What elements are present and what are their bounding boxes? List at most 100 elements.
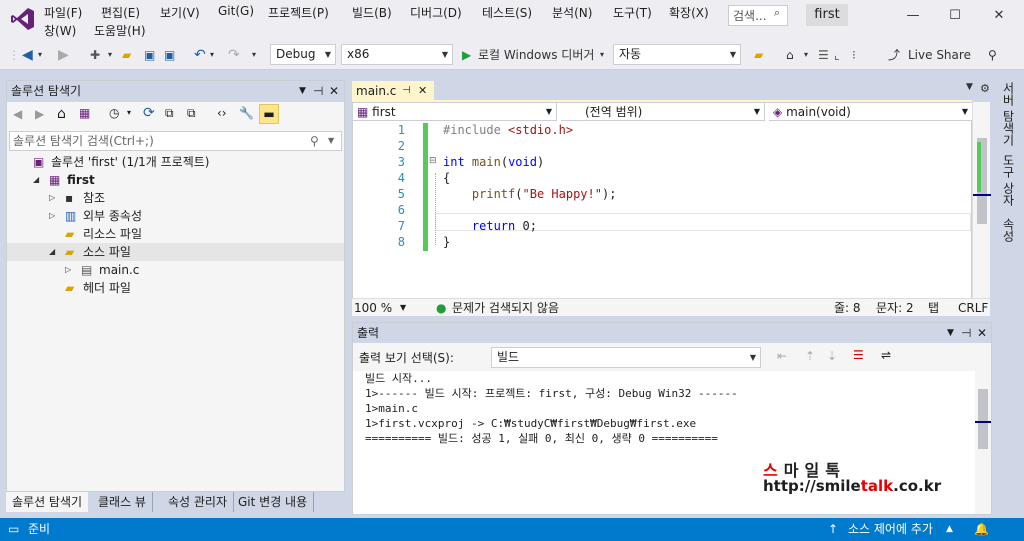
- browser-dropdown-icon[interactable]: ▾: [804, 46, 808, 64]
- tab-properties[interactable]: 속성: [1000, 218, 1017, 242]
- play-icon[interactable]: ▶: [462, 46, 471, 64]
- menu-build[interactable]: 빌드(B): [352, 4, 392, 21]
- forward-icon[interactable]: ▶: [35, 107, 44, 121]
- new-item-dropdown-icon[interactable]: ▾: [108, 46, 112, 64]
- panel-dropdown-icon[interactable]: ▼: [299, 81, 306, 102]
- zoom-level[interactable]: 100 %: [354, 299, 392, 317]
- tree-item[interactable]: ▷ ▤ main.c: [7, 261, 344, 279]
- menu-help[interactable]: 도움말(H): [94, 22, 146, 39]
- minimize-button[interactable]: —: [898, 4, 928, 28]
- menu-window[interactable]: 창(W): [44, 22, 76, 39]
- go-to-prev-message-icon[interactable]: ⇤: [777, 349, 787, 363]
- back-icon[interactable]: ◀: [22, 46, 33, 64]
- menu-git[interactable]: Git(G): [218, 4, 254, 18]
- open-folder-icon[interactable]: ▰: [122, 46, 131, 64]
- menu-edit[interactable]: 편집(E): [101, 4, 140, 21]
- word-wrap-icon[interactable]: ⇌: [881, 348, 891, 362]
- maximize-button[interactable]: ☐: [940, 4, 970, 28]
- tab-server-explorer[interactable]: 서버 탐색기: [1000, 82, 1017, 146]
- tree-item[interactable]: ▷ ▥ 외부 종속성: [7, 207, 344, 225]
- tab-solution-explorer[interactable]: 솔루션 탐색기: [6, 492, 89, 512]
- collapse-all-icon[interactable]: ⧉: [165, 106, 174, 121]
- collapsed-icon[interactable]: ▷: [65, 261, 71, 279]
- redo-icon[interactable]: ↷: [228, 46, 240, 64]
- new-item-icon[interactable]: ✚: [90, 46, 100, 64]
- menu-extensions[interactable]: 확장(X): [669, 4, 709, 21]
- home-icon[interactable]: ⌂: [57, 106, 66, 122]
- add-source-control-button[interactable]: 소스 제어에 추가: [848, 518, 933, 541]
- code-line[interactable]: #include <stdio.h>: [443, 123, 573, 137]
- panel-dropdown-icon[interactable]: ▼: [947, 323, 954, 343]
- tab-toolbox[interactable]: 도구 상자: [1000, 154, 1017, 206]
- eol-indicator[interactable]: CRLF: [958, 299, 988, 317]
- collapsed-icon[interactable]: ▷: [49, 207, 55, 225]
- settings-gear-icon[interactable]: ⚙: [980, 82, 990, 95]
- close-button[interactable]: ✕: [984, 4, 1014, 28]
- tab-list-dropdown-icon[interactable]: ▼: [966, 82, 973, 92]
- menu-view[interactable]: 보기(V): [160, 4, 200, 21]
- save-icon[interactable]: ▣: [144, 46, 155, 64]
- run-mode-dropdown[interactable]: 자동 ▼: [613, 44, 741, 65]
- notification-bell-icon[interactable]: 🔔: [974, 518, 989, 541]
- code-line[interactable]: }: [443, 235, 450, 249]
- pin-icon[interactable]: ⊣: [402, 81, 411, 101]
- search-dropdown-icon[interactable]: ▼: [328, 132, 334, 150]
- pending-changes-icon[interactable]: ◷: [109, 106, 119, 120]
- code-line[interactable]: printf("Be Happy!");: [443, 187, 617, 201]
- undo-icon[interactable]: ↶: [194, 46, 206, 64]
- code-line[interactable]: int main(void): [443, 155, 544, 169]
- feedback-icon[interactable]: ⚲: [988, 46, 997, 64]
- menu-test[interactable]: 테스트(S): [482, 4, 532, 21]
- tree-item[interactable]: ◢ ▰ 소스 파일: [7, 243, 344, 261]
- zoom-dropdown-icon[interactable]: ▼: [400, 299, 406, 317]
- code-line[interactable]: {: [443, 171, 450, 185]
- tree-item[interactable]: ◢ ▦ first: [7, 171, 344, 189]
- collapsed-icon[interactable]: ▷: [49, 189, 55, 207]
- nav-member-dropdown[interactable]: ◈ main(void) ▼: [769, 103, 973, 121]
- pin-icon[interactable]: ⊣: [313, 81, 323, 102]
- tree-item[interactable]: ▣ 솔루션 'first' (1/1개 프로젝트): [7, 153, 344, 171]
- nav-scope-dropdown[interactable]: (전역 범위) ▼: [561, 103, 765, 121]
- undo-dropdown-icon[interactable]: ▾: [210, 46, 214, 64]
- pin-icon[interactable]: ⊣: [961, 323, 971, 343]
- show-all-files-icon[interactable]: ⧉: [187, 106, 196, 121]
- solution-search-input[interactable]: 솔루션 탐색기 검색(Ctrl+;) ⚲ ▼: [9, 131, 342, 151]
- tab-git-changes[interactable]: Git 변경 내용: [232, 492, 315, 512]
- save-all-icon[interactable]: ▣: [164, 46, 175, 64]
- nav-project-dropdown[interactable]: ▦ first ▼: [353, 103, 557, 121]
- sync-icon[interactable]: ⟳: [143, 105, 155, 121]
- editor-scrollbar[interactable]: [972, 102, 991, 316]
- switch-views-icon[interactable]: ▦: [79, 106, 90, 120]
- tree-item[interactable]: ▷ ▪ 참조: [7, 189, 344, 207]
- redo-dropdown-icon[interactable]: ▾: [252, 46, 256, 64]
- collapse-icon[interactable]: ⊟: [429, 156, 437, 166]
- menu-analyze[interactable]: 분석(N): [552, 4, 592, 21]
- comment-icon[interactable]: ☰: [818, 46, 829, 64]
- expanded-icon[interactable]: ◢: [33, 171, 39, 189]
- menu-file[interactable]: 파일(F): [44, 4, 82, 21]
- scroll-thumb[interactable]: [978, 389, 988, 449]
- forward-icon[interactable]: ▶: [58, 46, 69, 64]
- expanded-icon[interactable]: ◢: [49, 243, 55, 261]
- live-share-icon[interactable]: ⤴: [888, 46, 900, 64]
- run-dropdown-icon[interactable]: ▾: [600, 46, 604, 64]
- tree-item[interactable]: ▰ 리소스 파일: [7, 225, 344, 243]
- tab-property-manager[interactable]: 속성 관리자: [162, 492, 235, 512]
- back-icon[interactable]: ◀: [13, 107, 22, 121]
- code-line[interactable]: return 0;: [443, 219, 537, 233]
- toolbar-overflow-icon[interactable]: ⁝: [852, 46, 856, 64]
- go-to-next-icon[interactable]: ⇣: [827, 349, 837, 363]
- back-dropdown-icon[interactable]: ▾: [38, 46, 42, 64]
- chevron-up-icon[interactable]: ▲: [946, 518, 953, 541]
- go-to-prev-icon[interactable]: ⇡: [805, 349, 815, 363]
- view-code-icon[interactable]: ‹›: [217, 106, 227, 120]
- close-icon[interactable]: ✕: [977, 323, 987, 343]
- tab-class-view[interactable]: 클래스 뷰: [92, 492, 153, 512]
- tab-mode-indicator[interactable]: 탭: [928, 299, 939, 317]
- browser-icon[interactable]: ⌂: [786, 46, 794, 64]
- menu-project[interactable]: 프로젝트(P): [268, 4, 329, 21]
- run-debugger-button[interactable]: 로컬 Windows 디버거: [478, 46, 594, 64]
- clear-all-icon[interactable]: ☰: [853, 348, 864, 362]
- tree-item[interactable]: ▰ 헤더 파일: [7, 279, 344, 297]
- close-icon[interactable]: ✕: [418, 81, 427, 101]
